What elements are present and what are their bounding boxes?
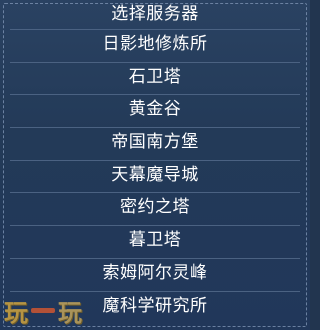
server-item[interactable]: 帝国南方堡 (10, 128, 300, 161)
watermark-char-right: 玩 (58, 298, 82, 327)
server-list: 选择服务器 日影地修炼所 石卫塔 黄金谷 帝国南方堡 天幕魔导城 密约之塔 暮卫… (0, 0, 310, 324)
server-item[interactable]: 暮卫塔 (10, 226, 300, 259)
server-item[interactable]: 索姆阿尔灵峰 (10, 259, 300, 292)
server-item[interactable]: 天幕魔导城 (10, 161, 300, 194)
panel-title: 选择服务器 (10, 0, 300, 30)
server-item[interactable]: 日影地修炼所 (10, 30, 300, 63)
watermark-dash (31, 307, 55, 313)
server-select-panel: 选择服务器 日影地修炼所 石卫塔 黄金谷 帝国南方堡 天幕魔导城 密约之塔 暮卫… (0, 0, 310, 330)
watermark-char-left: 玩 (4, 298, 28, 327)
server-item[interactable]: 密约之塔 (10, 193, 300, 227)
server-item[interactable]: 黄金谷 (10, 95, 300, 129)
site-watermark-logo: 玩 玩 (4, 293, 82, 327)
server-item[interactable]: 石卫塔 (10, 63, 300, 96)
